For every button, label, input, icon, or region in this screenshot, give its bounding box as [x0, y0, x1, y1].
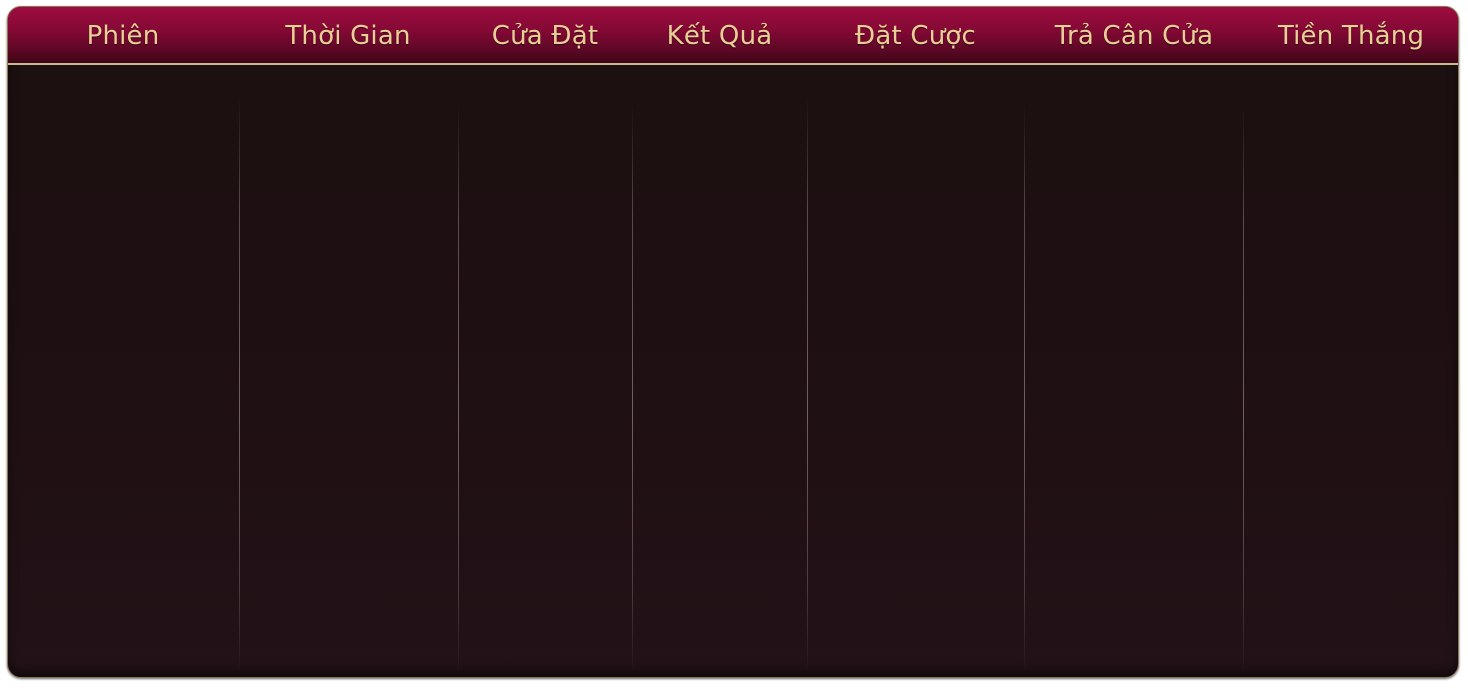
- column-header-result: Kết Quả: [666, 21, 773, 51]
- column-divider: [632, 105, 633, 675]
- column-header-winnings: Tiền Thắng: [1277, 21, 1425, 51]
- column-header-time: Thời Gian: [285, 21, 411, 51]
- table-header: Phiên Thời Gian Cửa Đặt Kết Quả Đặt Cược…: [8, 7, 1458, 65]
- column-divider: [1243, 105, 1244, 675]
- column-divider: [239, 95, 240, 675]
- table-body: [8, 65, 1458, 677]
- column-header-bet-amount: Đặt Cược: [855, 21, 976, 51]
- column-header-bet-door: Cửa Đặt: [491, 21, 599, 51]
- column-header-session: Phiên: [86, 21, 160, 51]
- bet-history-panel: Phiên Thời Gian Cửa Đặt Kết Quả Đặt Cược…: [7, 6, 1459, 678]
- column-divider: [458, 105, 459, 675]
- column-header-balance-payout: Trả Cân Cửa: [1054, 21, 1214, 51]
- column-divider: [1024, 105, 1025, 675]
- column-divider: [807, 95, 808, 675]
